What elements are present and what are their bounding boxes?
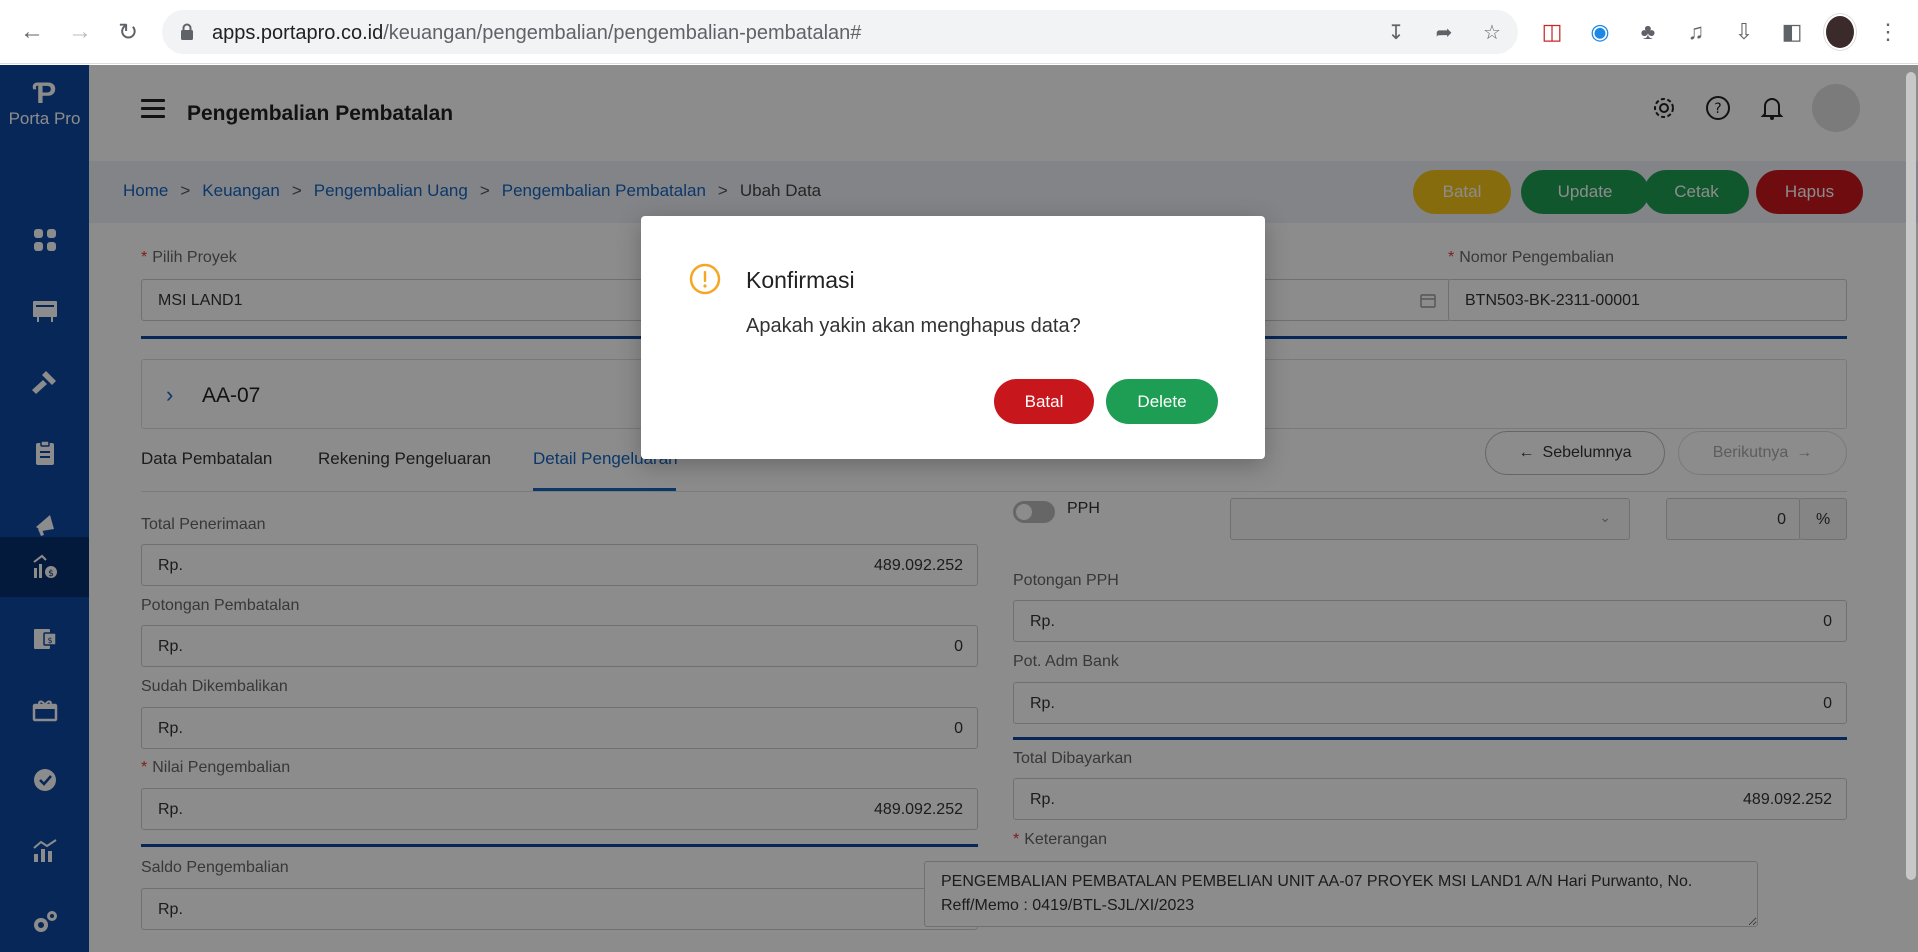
media-icon[interactable]: ♫ <box>1680 14 1712 50</box>
page-scrollbar[interactable] <box>1906 72 1916 880</box>
puzzle-icon[interactable]: ♣ <box>1632 14 1664 50</box>
forward-icon[interactable]: → <box>62 14 98 50</box>
reload-icon[interactable]: ↻ <box>110 14 146 50</box>
warning-icon <box>689 263 721 295</box>
address-bar[interactable]: apps.portapro.co.id/keuangan/pengembalia… <box>162 10 1518 54</box>
extension-shield-icon[interactable]: ◫ <box>1536 14 1568 50</box>
url-text: apps.portapro.co.id/keuangan/pengembalia… <box>212 22 862 44</box>
back-icon[interactable]: ← <box>14 14 50 50</box>
confirm-dialog: Konfirmasi Apakah yakin akan menghapus d… <box>641 216 1265 459</box>
share-icon[interactable]: ➦ <box>1432 20 1456 44</box>
install-icon[interactable]: ↧ <box>1384 20 1408 44</box>
browser-toolbar: ← → ↻ apps.portapro.co.id/keuangan/penge… <box>0 0 1918 64</box>
lock-icon <box>181 23 193 40</box>
modal-backdrop[interactable] <box>0 65 1918 952</box>
dialog-cancel-button[interactable]: Batal <box>994 379 1094 424</box>
dialog-title: Konfirmasi <box>746 267 855 293</box>
dialog-message: Apakah yakin akan menghapus data? <box>746 315 1081 337</box>
star-icon[interactable]: ☆ <box>1480 20 1504 44</box>
extension-color-icon[interactable]: ◉ <box>1584 14 1616 50</box>
menu-dots-icon[interactable]: ⋮ <box>1872 14 1904 50</box>
download-icon[interactable]: ⇩ <box>1728 14 1760 50</box>
profile-avatar[interactable] <box>1824 14 1856 50</box>
dialog-delete-button[interactable]: Delete <box>1106 379 1218 424</box>
sidepanel-icon[interactable]: ◧ <box>1776 14 1808 50</box>
